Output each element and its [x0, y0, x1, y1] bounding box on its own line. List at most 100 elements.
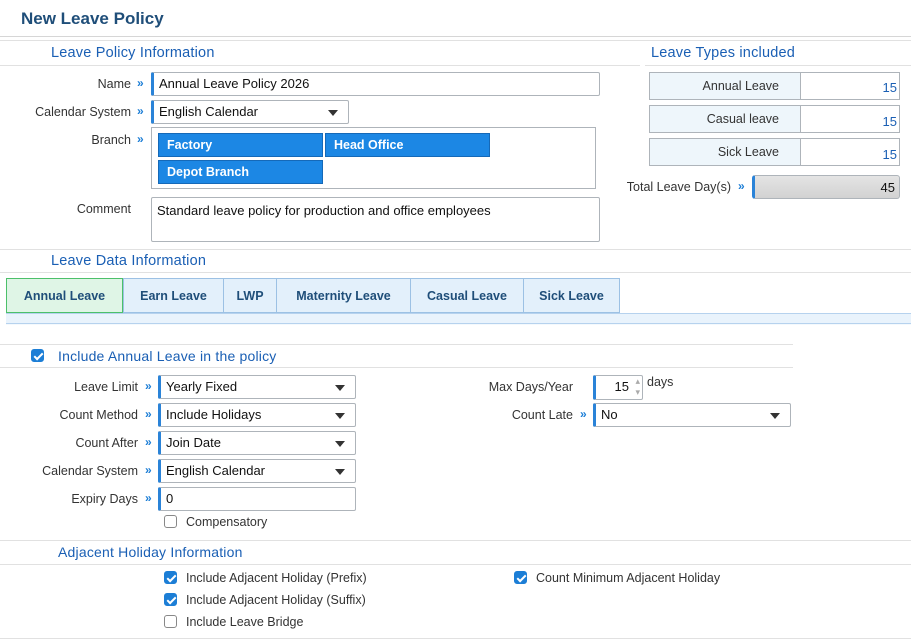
max-days-unit: days	[647, 375, 674, 389]
leave-type-name-cell: Casual leave	[649, 105, 801, 133]
chevron-right-icon: »	[580, 407, 587, 421]
adjacent-suffix-checkbox[interactable]	[164, 593, 177, 606]
leave-type-name: Sick Leave	[717, 145, 779, 159]
comment-textarea[interactable]: Standard leave policy for production and…	[151, 197, 600, 242]
chevron-down-icon	[335, 385, 345, 391]
adjacent-prefix-label: Include Adjacent Holiday (Prefix)	[186, 571, 367, 585]
leave-bridge-checkbox[interactable]	[164, 615, 177, 628]
divider	[0, 344, 793, 345]
leave-type-days: 15	[882, 147, 897, 162]
divider	[0, 564, 911, 565]
tab-casual-leave[interactable]: Casual Leave	[410, 278, 523, 313]
chevron-right-icon: »	[145, 407, 152, 421]
leave-types-section-title: Leave Types included	[651, 45, 796, 61]
min-adjacent-holiday-label: Count Minimum Adjacent Holiday	[536, 571, 721, 585]
page-title: New Leave Policy	[21, 9, 164, 28]
count-late-value: No	[601, 407, 618, 422]
tab-annual-leave[interactable]: Annual Leave	[6, 278, 123, 313]
leave-type-days: 15	[882, 114, 897, 129]
chevron-right-icon: »	[137, 132, 144, 146]
total-leave-days-value: 45	[880, 180, 895, 195]
max-days-label: Max Days/Year	[488, 380, 573, 394]
include-annual-leave-label: Include Annual Leave in the policy	[58, 348, 277, 364]
chevron-down-icon	[328, 110, 338, 116]
divider	[0, 638, 911, 639]
leave-limit-label: Leave Limit	[74, 380, 138, 394]
leave-type-name: Casual leave	[706, 112, 779, 126]
expiry-days-input[interactable]: 0	[158, 487, 356, 511]
title-bar: New Leave Policy	[0, 0, 911, 37]
branch-tag[interactable]: Factory	[158, 133, 323, 157]
divider	[0, 249, 911, 250]
adjacent-prefix-checkbox[interactable]	[164, 571, 177, 584]
compensatory-checkbox[interactable]	[164, 515, 177, 528]
calendar-system-label: Calendar System	[35, 105, 131, 119]
annual-calendar-system-label: Calendar System	[42, 464, 138, 478]
expiry-days-label: Expiry Days	[71, 492, 138, 506]
chevron-down-icon	[335, 441, 345, 447]
calendar-system-select[interactable]: English Calendar	[151, 100, 349, 124]
count-method-label: Count Method	[59, 408, 138, 422]
divider	[0, 65, 640, 66]
branch-label: Branch	[91, 133, 131, 147]
max-days-input[interactable]: 15 ▴ ▾	[593, 375, 643, 400]
chevron-right-icon: »	[137, 104, 144, 118]
chevron-right-icon: »	[137, 76, 144, 90]
policy-section-title: Leave Policy Information	[51, 45, 215, 61]
chevron-right-icon: »	[145, 463, 152, 477]
divider	[645, 65, 911, 66]
leave-data-section-title: Leave Data Information	[51, 253, 207, 269]
include-annual-leave-checkbox[interactable]	[31, 349, 44, 362]
count-after-label: Count After	[75, 436, 138, 450]
chevron-down-icon	[335, 413, 345, 419]
branch-multiselect[interactable]: Factory Head Office Depot Branch	[151, 127, 596, 189]
chevron-right-icon: »	[145, 379, 152, 393]
annual-calendar-system-select[interactable]: English Calendar	[158, 459, 356, 483]
tab-panel-header	[6, 313, 911, 341]
chevron-right-icon: »	[145, 491, 152, 505]
divider	[0, 367, 793, 368]
tab-sick-leave[interactable]: Sick Leave	[523, 278, 620, 313]
branch-tag[interactable]: Depot Branch	[158, 160, 323, 184]
divider	[0, 272, 911, 273]
stepper-icon[interactable]: ▴ ▾	[635, 376, 640, 398]
count-method-value: Include Holidays	[166, 407, 262, 422]
comment-label: Comment	[76, 202, 131, 216]
count-late-select[interactable]: No	[593, 403, 791, 427]
calendar-system-value: English Calendar	[159, 104, 259, 119]
total-leave-days-field: 45	[752, 175, 900, 199]
count-late-label: Count Late	[511, 408, 573, 422]
leave-type-days-input[interactable]: 15	[801, 72, 900, 100]
leave-type-name-cell: Annual Leave	[649, 72, 801, 100]
count-after-value: Join Date	[166, 435, 221, 450]
max-days-value: 15	[614, 379, 629, 394]
min-adjacent-holiday-checkbox[interactable]	[514, 571, 527, 584]
adjacent-holiday-section-title: Adjacent Holiday Information	[58, 544, 243, 560]
branch-tag[interactable]: Head Office	[325, 133, 490, 157]
chevron-down-icon	[335, 469, 345, 475]
chevron-down-icon	[770, 413, 780, 419]
leave-limit-select[interactable]: Yearly Fixed	[158, 375, 356, 399]
count-method-select[interactable]: Include Holidays	[158, 403, 356, 427]
adjacent-suffix-label: Include Adjacent Holiday (Suffix)	[186, 593, 366, 607]
tab-lwp[interactable]: LWP	[223, 278, 276, 313]
divider	[0, 40, 911, 41]
divider	[0, 540, 911, 541]
chevron-right-icon: »	[738, 179, 745, 193]
leave-bridge-label: Include Leave Bridge	[186, 615, 304, 629]
name-input[interactable]: Annual Leave Policy 2026	[151, 72, 600, 96]
total-leave-days-label: Total Leave Day(s)	[626, 180, 731, 194]
tab-earn-leave[interactable]: Earn Leave	[123, 278, 223, 313]
leave-type-days-input[interactable]: 15	[801, 105, 900, 133]
chevron-right-icon: »	[145, 435, 152, 449]
leave-type-days: 15	[882, 80, 897, 95]
leave-type-name-cell: Sick Leave	[649, 138, 801, 166]
compensatory-label: Compensatory	[186, 515, 268, 529]
leave-type-days-input[interactable]: 15	[801, 138, 900, 166]
tab-maternity-leave[interactable]: Maternity Leave	[276, 278, 410, 313]
annual-calendar-system-value: English Calendar	[166, 463, 266, 478]
name-label: Name	[97, 77, 131, 91]
leave-limit-value: Yearly Fixed	[166, 379, 238, 394]
count-after-select[interactable]: Join Date	[158, 431, 356, 455]
leave-type-name: Annual Leave	[702, 79, 779, 93]
